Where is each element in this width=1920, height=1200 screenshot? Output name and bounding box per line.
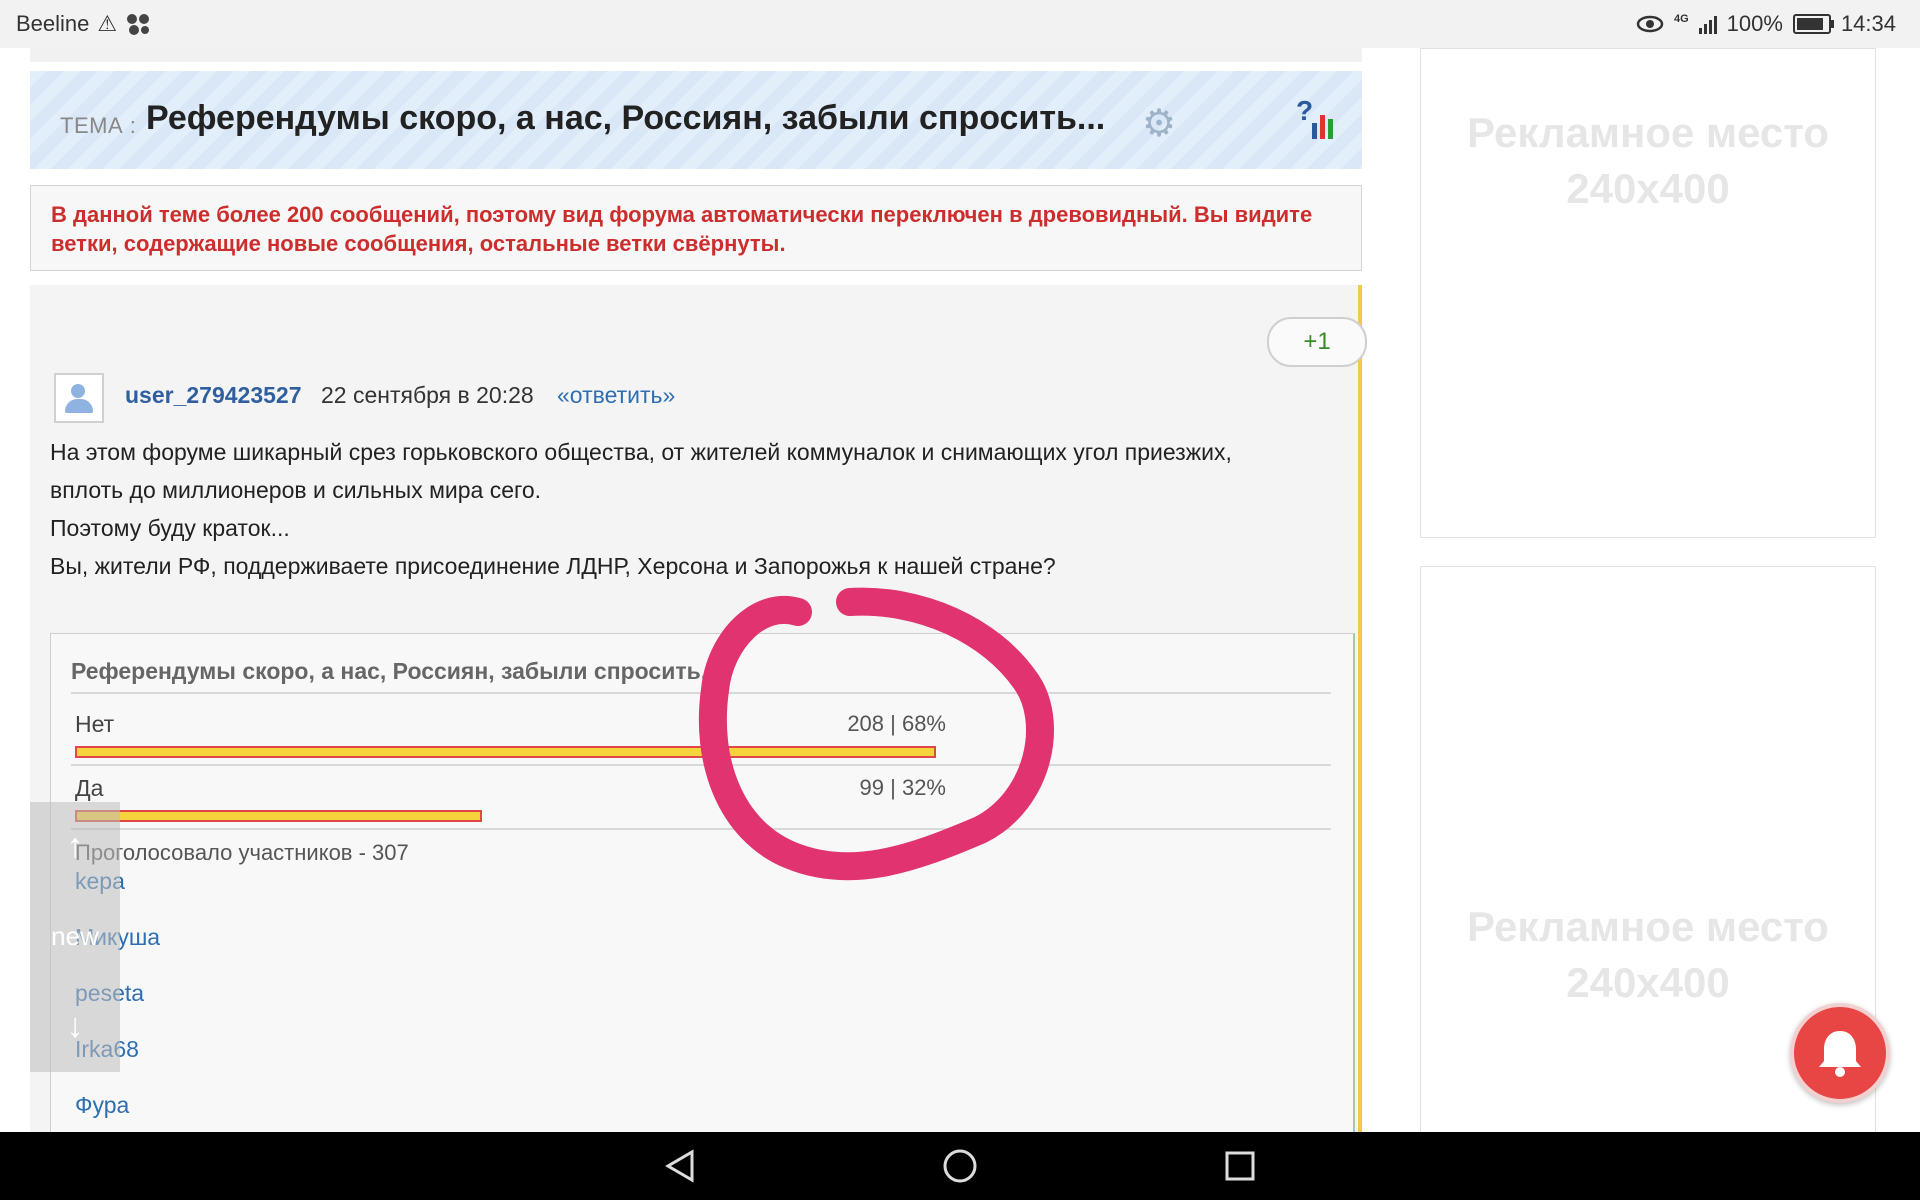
post-line: Вы, жители РФ, поддерживаете присоединен…: [50, 553, 1056, 579]
poll-bar: [75, 746, 936, 758]
battery-icon: [1792, 14, 1834, 34]
forum-post: +1 user_279423527 22 сентября в 20:28 «о…: [30, 285, 1367, 1132]
post-username[interactable]: user_279423527: [125, 382, 302, 409]
signal-icon: [1698, 14, 1717, 34]
reply-link[interactable]: «ответить»: [557, 382, 675, 409]
ad-text: Рекламное место: [1467, 903, 1829, 950]
status-bar: Beeline ⚠ 4G 100% 14:34: [0, 0, 1920, 48]
post-text: На этом форуме шикарный срез горьковског…: [50, 433, 1350, 585]
network-type: 4G: [1673, 13, 1689, 25]
notice-text: В данной теме более 200 сообщений, поэто…: [51, 202, 1313, 256]
tree-mode-notice: В данной теме более 200 сообщений, поэто…: [30, 185, 1362, 271]
poll-option-value: 208 | 68%: [847, 711, 946, 736]
scroll-down-button[interactable]: ↓: [30, 982, 120, 1072]
plus-one-button[interactable]: +1: [1267, 317, 1367, 367]
poll-option-label: Да: [75, 775, 104, 801]
gear-icon[interactable]: ⚙: [1142, 101, 1176, 146]
bell-icon: [1819, 1031, 1861, 1077]
warning-icon: ⚠: [97, 11, 118, 36]
stats-icon[interactable]: ?: [1296, 95, 1338, 139]
notifications-button[interactable]: [1790, 1003, 1890, 1103]
ad-placeholder-1[interactable]: Рекламное место 240x400: [1420, 48, 1876, 538]
ad-text: Рекламное место: [1467, 109, 1829, 156]
topic-title: Референдумы скоро, а нас, Россиян, забыл…: [146, 99, 1106, 137]
poll-option-value: 99 | 32%: [859, 775, 946, 800]
poll-total-votes: Проголосовало участников - 307: [75, 840, 409, 865]
system-nav-bar: [0, 1132, 1920, 1200]
back-icon[interactable]: [660, 1146, 700, 1186]
post-date: 22 сентября в 20:28: [321, 382, 534, 408]
post-line: Поэтому буду краток...: [50, 515, 290, 541]
recents-icon[interactable]: [1220, 1146, 1260, 1186]
ad-size: 240x400: [1566, 165, 1730, 212]
post-line: На этом форуме шикарный срез горьковског…: [50, 439, 1232, 465]
app-notification-icon: [127, 14, 150, 35]
next-new-button[interactable]: new: [30, 892, 120, 982]
topic-label: ТЕМА :: [60, 113, 137, 138]
battery-percent: 100%: [1726, 11, 1783, 36]
poll-option-label: Нет: [75, 711, 115, 737]
poll-title: Референдумы скоро, а нас, Россиян, забыл…: [71, 658, 720, 684]
post-line: вплоть до миллионеров и сильных мира сег…: [50, 477, 542, 503]
home-icon[interactable]: [940, 1146, 980, 1186]
avatar[interactable]: [54, 373, 104, 423]
top-strip: [30, 48, 1362, 62]
eye-icon: [1636, 15, 1664, 33]
clock: 14:34: [1840, 11, 1896, 36]
ad-size: 240x400: [1566, 959, 1730, 1006]
voter-link[interactable]: Фура: [75, 1092, 168, 1132]
poll-bar: [75, 810, 482, 822]
web-content: ТЕМА : Референдумы скоро, а нас, Россиян…: [0, 48, 1920, 1132]
topic-header: ТЕМА : Референдумы скоро, а нас, Россиян…: [30, 71, 1362, 169]
carrier-name: Beeline: [16, 11, 90, 36]
scroll-up-button[interactable]: ↑: [30, 802, 120, 892]
poll-box: Референдумы скоро, а нас, Россиян, забыл…: [50, 633, 1355, 1132]
